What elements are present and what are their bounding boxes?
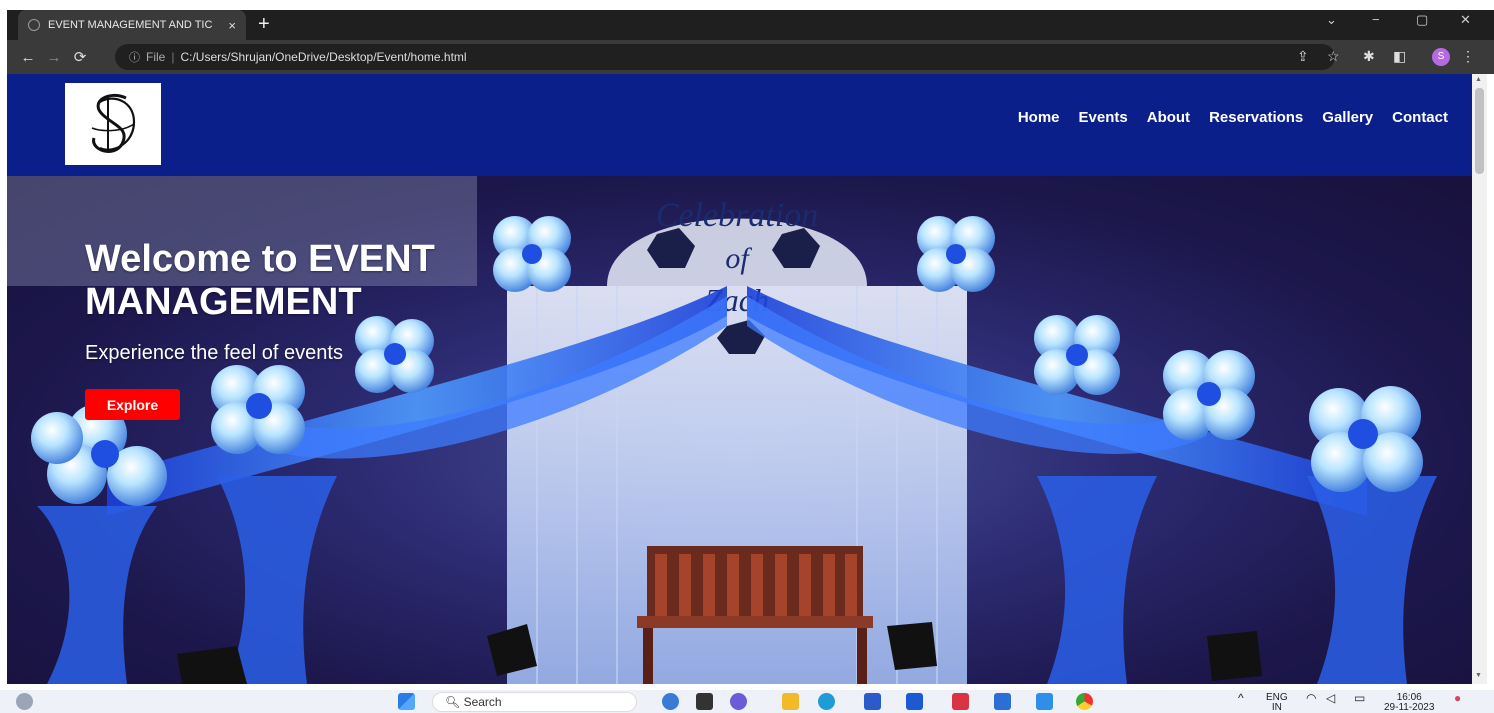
store-icon[interactable] (864, 693, 881, 710)
address-bar[interactable]: ⓘ File | C:/Users/Shrujan/OneDrive/Deskt… (115, 44, 1335, 70)
scroll-down-icon[interactable]: ▼ (1475, 672, 1482, 679)
vscode-icon[interactable] (1036, 693, 1053, 710)
taskbar-search[interactable]: 🔍︎ Search (432, 692, 637, 712)
tab-close-icon[interactable]: × (228, 18, 236, 33)
battery-icon[interactable]: ▭ (1354, 692, 1365, 704)
hero-title-line1: Welcome to EVENT (85, 238, 435, 280)
tab-search-icon[interactable]: ⌄ (1326, 12, 1337, 28)
file-explorer-icon[interactable] (782, 693, 799, 710)
nav-home[interactable]: Home (1018, 109, 1060, 126)
mcafee-icon[interactable] (952, 693, 969, 710)
share-icon[interactable]: ⇪ (1297, 48, 1309, 65)
chrome-icon[interactable] (1076, 693, 1093, 710)
taskbar-search-label: Search (463, 695, 502, 709)
profile-avatar[interactable]: S (1432, 48, 1450, 66)
nav-contact[interactable]: Contact (1392, 109, 1448, 126)
nav-about[interactable]: About (1147, 109, 1190, 126)
page-viewport: Home Events About Reservations Gallery C… (7, 74, 1472, 684)
nav-reservations[interactable]: Reservations (1209, 109, 1303, 126)
browser-tab[interactable]: EVENT MANAGEMENT AND TIC × (18, 10, 246, 40)
scroll-up-icon[interactable]: ▲ (1475, 76, 1482, 83)
info-icon[interactable]: ⓘ (129, 49, 140, 65)
windows-start-icon[interactable] (398, 693, 415, 710)
word-icon[interactable] (994, 693, 1011, 710)
main-nav: Home Events About Reservations Gallery C… (1018, 109, 1448, 126)
task-view-icon[interactable] (696, 693, 713, 710)
nav-events[interactable]: Events (1079, 109, 1128, 126)
nav-gallery[interactable]: Gallery (1322, 109, 1373, 126)
address-url[interactable]: C:/Users/Shrujan/OneDrive/Desktop/Event/… (180, 50, 466, 64)
clock[interactable]: 16:06 29-11-2023 (1384, 693, 1434, 713)
back-icon[interactable]: ← (15, 49, 41, 66)
backdrop-text-of: of (725, 242, 752, 275)
maximize-button[interactable]: ▢ (1416, 12, 1428, 28)
page-scrollbar[interactable]: ▲ ▼ (1472, 74, 1487, 684)
weather-icon[interactable] (16, 693, 33, 710)
site-header: Home Events About Reservations Gallery C… (7, 74, 1472, 176)
explore-button[interactable]: Explore (85, 389, 180, 420)
globe-icon (28, 19, 40, 31)
bookmark-star-icon[interactable]: ☆ (1327, 48, 1340, 65)
extensions-icon[interactable]: ✱ (1363, 48, 1375, 65)
browser-tabstrip: EVENT MANAGEMENT AND TIC × + ⌄ − ▢ ✕ (0, 0, 1494, 40)
widgets-icon[interactable] (662, 693, 679, 710)
close-window-button[interactable]: ✕ (1460, 12, 1471, 28)
hero-title: Welcome to EVENT MANAGEMENT (85, 238, 605, 324)
notification-bell-icon[interactable]: ● (1454, 692, 1461, 704)
volume-icon[interactable]: ◁ (1326, 692, 1335, 704)
tab-title: EVENT MANAGEMENT AND TIC (48, 19, 213, 31)
new-tab-button[interactable]: + (258, 12, 270, 36)
backdrop-text-celebration: Celebration (656, 197, 818, 234)
hero-title-line2: MANAGEMENT (85, 281, 362, 323)
address-scheme: File (146, 50, 166, 64)
clock-date: 29-11-2023 (1384, 702, 1435, 713)
site-logo[interactable] (65, 83, 161, 165)
address-separator: | (171, 50, 175, 64)
reload-icon[interactable]: ⟳ (67, 48, 93, 66)
logo-monogram-icon (91, 93, 136, 153)
wifi-icon[interactable]: ◠ (1306, 692, 1316, 704)
chevron-up-icon[interactable]: ^ (1238, 692, 1244, 704)
search-icon: 🔍︎ (445, 695, 461, 709)
hero-subtitle: Experience the feel of events (85, 342, 343, 364)
side-panel-icon[interactable]: ◧ (1393, 48, 1406, 65)
language-indicator[interactable]: ENG IN (1266, 693, 1288, 713)
forward-icon[interactable]: → (41, 49, 67, 66)
scrollbar-thumb[interactable] (1475, 88, 1484, 174)
language-region: IN (1271, 702, 1282, 713)
chat-icon[interactable] (730, 693, 747, 710)
windows-taskbar: 🔍︎ Search ^ ENG IN ◠ ◁ ▭ 16:06 29-11-202… (0, 690, 1494, 713)
minimize-button[interactable]: − (1372, 12, 1380, 27)
app-l-icon[interactable] (906, 693, 923, 710)
edge-icon[interactable] (818, 693, 835, 710)
browser-toolbar: ← → ⟳ ⓘ File | C:/Users/Shrujan/OneDrive… (7, 40, 1494, 74)
hero-section: Celebration of Zach Welcome to EVENT MAN… (7, 176, 1472, 684)
menu-icon[interactable]: ⋮ (1461, 48, 1475, 65)
